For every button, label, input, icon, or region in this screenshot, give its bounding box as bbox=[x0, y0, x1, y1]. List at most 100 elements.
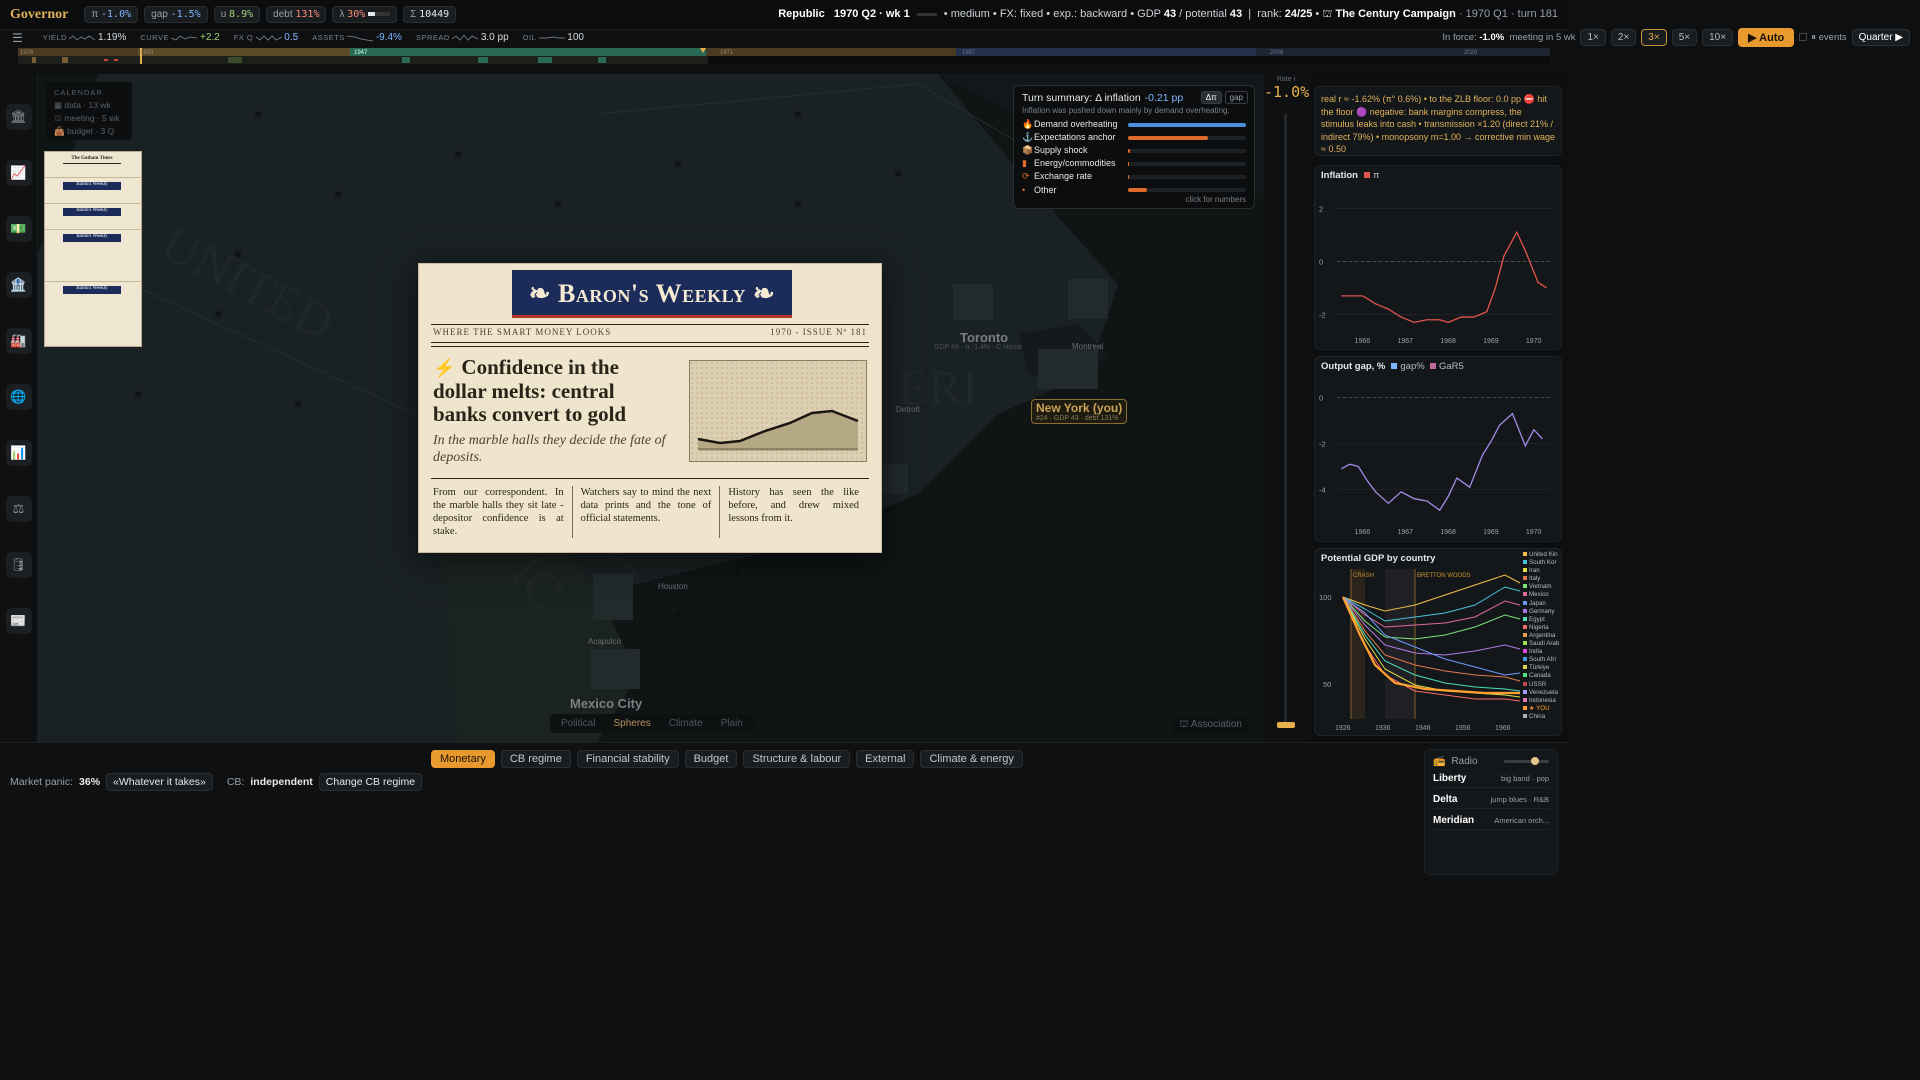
lambda-pill[interactable]: λ 30% bbox=[332, 6, 398, 23]
overlay-climate[interactable]: Climate bbox=[661, 717, 711, 730]
turn-summary-panel[interactable]: Turn summary: Δ inflation -0.21 pp Δπ gap… bbox=[1013, 85, 1255, 209]
speed-2x-button[interactable]: 2× bbox=[1610, 29, 1637, 46]
speed-5x-button[interactable]: 5× bbox=[1671, 29, 1698, 46]
potential-gdp-legend: United Kin South Kor Iran Italy Vietnam Mexic… bbox=[1523, 551, 1563, 721]
tab-monetary[interactable]: Monetary bbox=[431, 750, 495, 768]
city-montreal[interactable]: Montreal bbox=[1072, 342, 1103, 351]
oil-icon[interactable]: 🛢 bbox=[5, 552, 32, 578]
thumb-barons-2[interactable]: Baron's Weekly bbox=[45, 204, 141, 230]
markets-icon[interactable]: 📈 bbox=[5, 160, 32, 186]
legend-country: Saudi Arab bbox=[1523, 640, 1563, 648]
station-meridian[interactable]: Meridian American orch... bbox=[1433, 812, 1549, 830]
tab-financial-stability[interactable]: Financial stability bbox=[576, 750, 679, 768]
legend-country: Canada bbox=[1523, 672, 1563, 680]
contribution-icon: ⟳ bbox=[1022, 171, 1030, 181]
turn-summary-sub: Inflation was pushed down mainly by dema… bbox=[1022, 106, 1230, 115]
inflation-chart-card[interactable]: Inflation π 2 0 -2 1966 1967 1968 1969 1970 bbox=[1314, 165, 1562, 350]
station-liberty[interactable]: Liberty big band · pop bbox=[1433, 770, 1549, 788]
tab-external[interactable]: External bbox=[856, 750, 915, 768]
quarter-button[interactable]: Quarter ▶ bbox=[1851, 29, 1910, 46]
calendar-title: CALENDAR bbox=[54, 88, 103, 97]
contribution-list: 🔥Demand overheating ⚓Expectations anchor 📦… bbox=[1022, 118, 1246, 196]
gap-legend: gap% bbox=[1400, 361, 1425, 372]
contribution-row[interactable]: ⟳ Exchange rate bbox=[1022, 170, 1246, 183]
click-for-numbers[interactable]: click for numbers bbox=[1186, 195, 1246, 204]
city-toronto[interactable]: Toronto bbox=[960, 330, 1008, 345]
debt-pill[interactable]: debt 131% bbox=[266, 6, 327, 23]
tab-structure-labour[interactable]: Structure & labour bbox=[743, 750, 851, 768]
gap-chart-card[interactable]: Output gap, % gap% GaR5 0 -2 -4 1966 1967 1968… bbox=[1314, 356, 1562, 542]
radio-volume-slider[interactable] bbox=[1503, 757, 1549, 765]
score-pill[interactable]: Σ 10449 bbox=[403, 6, 457, 23]
contribution-row[interactable]: 🔥Demand overheating bbox=[1022, 118, 1246, 131]
city-houston[interactable]: Houston bbox=[658, 582, 688, 591]
radio-title: Radio bbox=[1451, 756, 1478, 767]
overlay-plain[interactable]: Plain bbox=[713, 717, 751, 730]
events-toggle[interactable]: ⏸ events bbox=[1799, 32, 1847, 43]
overlay-spheres[interactable]: Spheres bbox=[605, 717, 658, 730]
x-tick-label: 1967 bbox=[1397, 529, 1413, 536]
tab-delta-pi[interactable]: Δπ bbox=[1200, 91, 1222, 104]
contribution-row[interactable]: ▮ Energy/commodities bbox=[1022, 157, 1246, 170]
legend-country: India bbox=[1523, 648, 1563, 656]
contribution-bar bbox=[1128, 161, 1246, 166]
menu-icon[interactable]: ☰ bbox=[12, 31, 23, 45]
inflation-pill[interactable]: π -1.0% bbox=[84, 6, 139, 23]
newspaper-popup[interactable]: ❧ Baron's Weekly ❧ WHERE THE SMART MONEY… bbox=[418, 263, 882, 553]
policy-note: real r ≈ -1.62% (π° 0.6%) • to the ZLB f… bbox=[1314, 86, 1562, 156]
city-new-york-you[interactable]: New York (you) #24 · GDP 43 · debt 131% bbox=[1031, 399, 1128, 424]
contribution-bar bbox=[1128, 148, 1246, 153]
speed-1x-button[interactable]: 1× bbox=[1580, 29, 1606, 46]
balance-icon[interactable]: ⚖ bbox=[5, 496, 32, 522]
city-mexico-city[interactable]: Mexico City bbox=[570, 696, 642, 711]
tab-cb-regime[interactable]: CB regime bbox=[500, 750, 571, 768]
globe-icon[interactable]: 🌐 bbox=[5, 384, 32, 410]
bank-run-icon[interactable]: 🏦 bbox=[5, 272, 32, 298]
newspaper-stack[interactable]: The Gotham Times Baron's Weekly Baron's … bbox=[44, 151, 142, 347]
contribution-fill bbox=[1128, 174, 1130, 179]
world-map[interactable]: UNITED ERI IC CALENDAR ▦ data · 13 wk ⛫ … bbox=[38, 74, 1264, 742]
station-delta[interactable]: Delta jump blues · R&B bbox=[1433, 791, 1549, 809]
time-controls: In force: -1.0% meeting in 5 wk 1× 2× 3×… bbox=[1442, 28, 1910, 47]
calendar-widget[interactable]: CALENDAR ▦ data · 13 wk ⛫ meeting · 5 wk… bbox=[46, 82, 132, 140]
news-icon[interactable]: 📰 bbox=[5, 608, 32, 634]
tab-budget[interactable]: Budget bbox=[684, 750, 738, 768]
thumb-barons-3[interactable]: Baron's Weekly bbox=[45, 230, 141, 282]
tab-gap[interactable]: gap bbox=[1224, 91, 1248, 104]
history-timeline[interactable]: 1926 1933 1947 1971 1987 2008 2020 bbox=[18, 48, 1550, 64]
right-panel: real r ≈ -1.62% (π° 0.6%) • to the ZLB f… bbox=[1312, 74, 1568, 742]
contribution-icon: ⚓ bbox=[1022, 132, 1034, 142]
thumb-barons-4[interactable]: Baron's Weekly bbox=[45, 282, 141, 338]
contribution-row[interactable]: 📦Supply shock bbox=[1022, 144, 1246, 157]
whatever-it-takes-button[interactable]: «Whatever it takes» bbox=[106, 773, 213, 791]
industry-icon[interactable]: 🏭 bbox=[5, 328, 32, 354]
city-acapulco[interactable]: Acapulco bbox=[588, 637, 621, 646]
money-icon[interactable]: 💵 bbox=[5, 216, 32, 242]
association-button[interactable]: ⛫ Association bbox=[1173, 717, 1248, 734]
change-cb-regime-button[interactable]: Change CB regime bbox=[318, 773, 423, 791]
timeline-label-1947: 1947 bbox=[354, 50, 368, 56]
rate-slider-track[interactable] bbox=[1284, 114, 1287, 724]
overlay-political[interactable]: Political bbox=[553, 717, 603, 730]
thumb-gotham[interactable]: The Gotham Times bbox=[45, 152, 141, 178]
gap-pill[interactable]: gap -1.5% bbox=[144, 6, 208, 23]
city-detroit[interactable]: Detroit bbox=[896, 405, 920, 414]
newspaper-issue: 1970 - ISSUE Nº 181 bbox=[770, 327, 867, 337]
legend-country: Mexico bbox=[1523, 591, 1563, 599]
potential-gdp-card[interactable]: Potential GDP by country CRASH BRETTON W… bbox=[1314, 548, 1562, 736]
tab-climate-energy[interactable]: Climate & energy bbox=[920, 750, 1023, 768]
auto-button[interactable]: ▶ Auto bbox=[1738, 28, 1795, 47]
contribution-row[interactable]: ⚓Expectations anchor bbox=[1022, 131, 1246, 144]
rate-label: Rate i bbox=[1276, 76, 1296, 83]
stats-icon[interactable]: 📊 bbox=[5, 440, 32, 466]
rate-slider-handle[interactable] bbox=[1277, 722, 1295, 728]
unemployment-pill[interactable]: u 8.9% bbox=[213, 6, 261, 23]
speed-10x-button[interactable]: 10× bbox=[1702, 29, 1734, 46]
gap-chart-title: Output gap, % bbox=[1321, 361, 1386, 372]
x-tick-label: 1970 bbox=[1526, 529, 1542, 536]
speed-3x-button[interactable]: 3× bbox=[1641, 29, 1667, 46]
thumb-barons-1[interactable]: Baron's Weekly bbox=[45, 178, 141, 204]
inflation-chart: 2 0 -2 1966 1967 1968 1969 1970 bbox=[1319, 204, 1551, 345]
in-force-status: In force: -1.0% meeting in 5 wk bbox=[1442, 32, 1576, 43]
central-bank-icon[interactable]: 🏛 bbox=[5, 104, 32, 130]
